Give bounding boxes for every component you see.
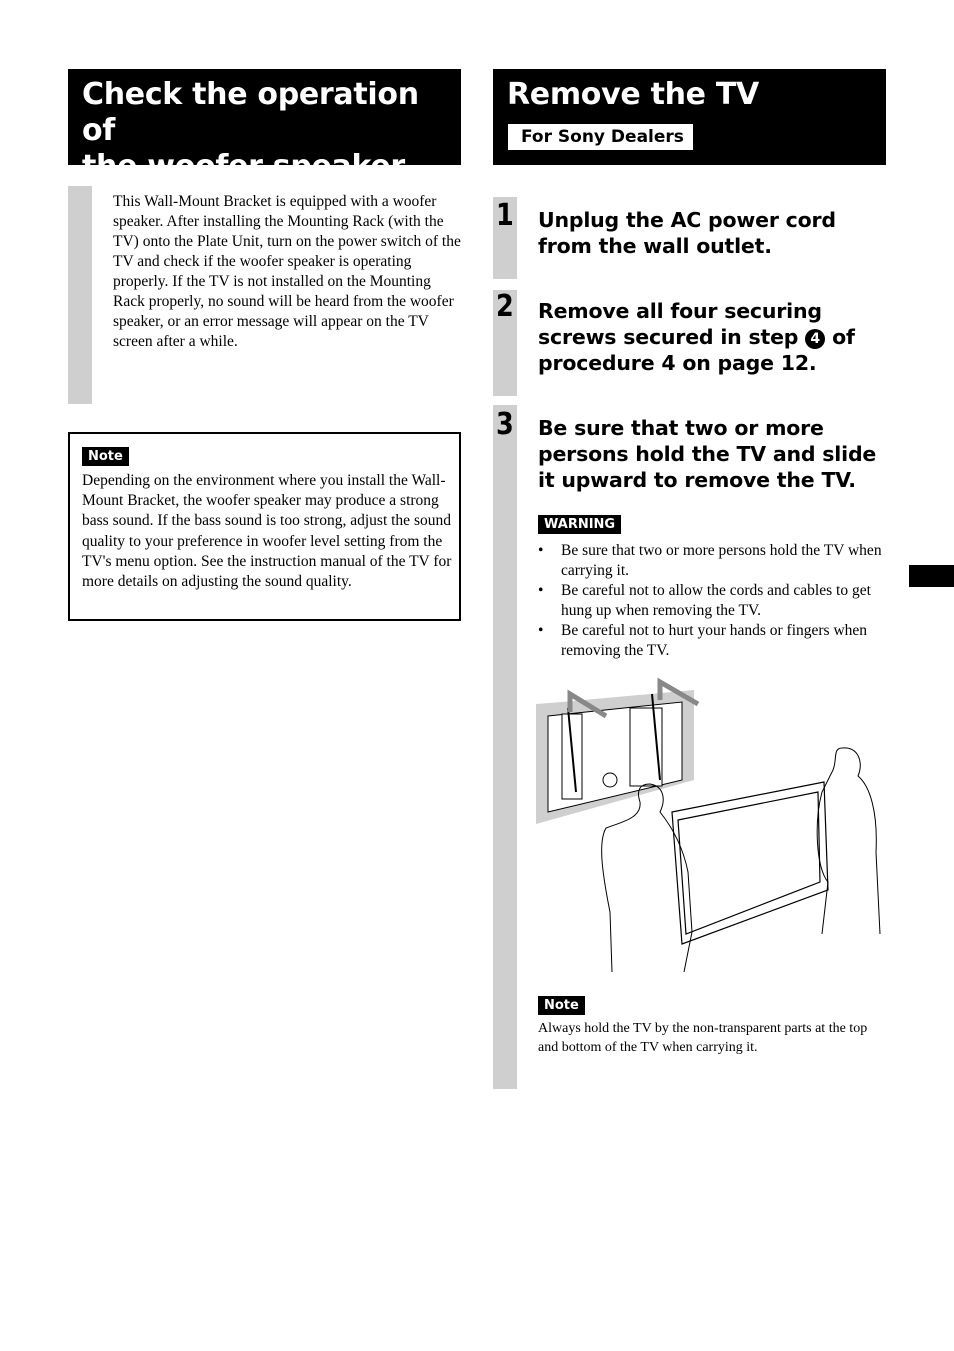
step-3-bar bbox=[493, 405, 517, 1089]
step-3-number: 3 bbox=[496, 407, 514, 442]
note-label: Note bbox=[82, 447, 129, 466]
section-title-woofer-check: Check the operation of the woofer speake… bbox=[68, 69, 461, 184]
circled-number-4-icon: 4 bbox=[805, 329, 826, 349]
note-label-2: Note bbox=[538, 996, 585, 1015]
intro-side-bar bbox=[68, 186, 92, 404]
warning-item: Be careful not to hurt your hands or fin… bbox=[538, 621, 888, 661]
step-2-text: Remove all four securing screws secured … bbox=[538, 298, 888, 376]
remove-tv-heading: Remove the TV bbox=[507, 77, 759, 112]
step-2-text-before: Remove all four securing screws secured … bbox=[538, 299, 822, 349]
heading-line-1: Check the operation of bbox=[82, 77, 419, 148]
warning-item: Be careful not to allow the cords and ca… bbox=[538, 581, 888, 621]
note-text: Depending on the environment where you i… bbox=[82, 472, 452, 591]
tv-panel-drawing bbox=[671, 781, 829, 945]
wall-bracket-drawing bbox=[536, 677, 700, 824]
woofer-check-heading: Check the operation of the woofer speake… bbox=[82, 77, 461, 185]
step-1-number: 1 bbox=[496, 198, 514, 233]
note-box: Note Depending on the environment where … bbox=[68, 432, 461, 621]
section-title-remove-tv: Remove the TV For Sony Dealers bbox=[493, 69, 886, 165]
intro-paragraph: This Wall-Mount Bracket is equipped with… bbox=[113, 193, 461, 350]
tv-removal-illustration bbox=[536, 677, 881, 973]
person-left-drawing bbox=[601, 783, 693, 973]
note-text-2: Always hold the TV by the non-transparen… bbox=[538, 1021, 868, 1055]
heading-line-2: the woofer speaker bbox=[82, 149, 405, 184]
step-1-text: Unplug the AC power cord from the wall o… bbox=[538, 208, 836, 258]
step-3-text: Be sure that two or more persons hold th… bbox=[538, 416, 877, 492]
for-sony-dealers-badge: For Sony Dealers bbox=[508, 124, 693, 150]
warning-item: Be sure that two or more persons hold th… bbox=[538, 541, 888, 581]
page-thumb-tab bbox=[909, 565, 954, 587]
warning-list: Be sure that two or more persons hold th… bbox=[538, 541, 888, 661]
step-2-number: 2 bbox=[496, 289, 514, 324]
warning-label: WARNING bbox=[538, 515, 622, 534]
